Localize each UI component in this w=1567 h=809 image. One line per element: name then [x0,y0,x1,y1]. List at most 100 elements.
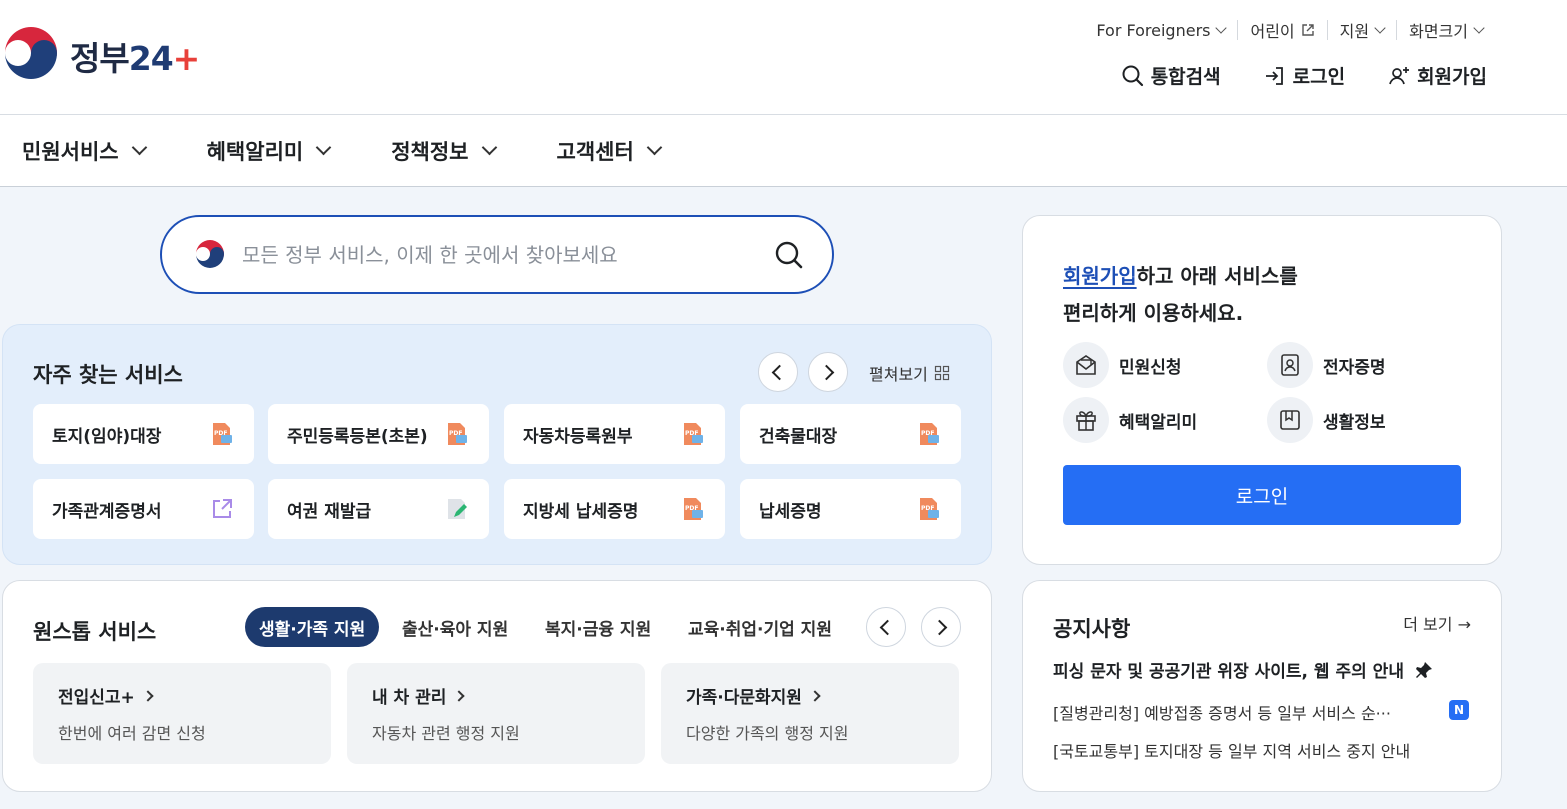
onestop-services-panel: 원스톱 서비스 생활·가족 지원 출산·육아 지원 복지·금융 지원 교육·취업… [2,580,992,792]
card-title-text: 내 차 관리 [372,688,447,708]
chevron-right-icon [142,689,154,702]
main-search-bar [160,215,834,294]
mail-doc-icon [1076,355,1096,375]
service-local-tax-certificate[interactable]: 지방세 납세증명 PDF [504,479,725,539]
util-for-foreigners[interactable]: For Foreigners [1084,20,1237,40]
service-label: 혜택알리미 [1119,412,1198,433]
logo-text-main: 정부 [70,39,130,78]
login-button[interactable]: 로그인 [1063,465,1461,525]
pdf-doc-icon: PDF [684,498,703,520]
signup-inline-link[interactable]: 회원가입 [1063,264,1137,288]
notice-text: [국토교통부] 토지대장 등 일부 지역 서비스 중지 안내 [1053,742,1411,761]
card-title-text: 전입신고+ [58,688,135,708]
tab-life-family[interactable]: 생활·가족 지원 [245,607,380,647]
service-label: 전자증명 [1323,357,1386,378]
chevron-down-icon [481,139,497,155]
notice-item[interactable]: [질병관리청] 예방접종 증명서 등 일부 서비스 순··· [1053,700,1391,724]
onestop-card-move-in[interactable]: 전입신고+ 한번에 여러 감면 신청 [33,663,331,764]
pdf-doc-icon: PDF [684,423,703,445]
service-label: 건축물대장 [759,426,838,447]
expand-all-button[interactable]: 펼쳐보기 [869,361,950,385]
nav-policy-info[interactable]: 정책정보 [391,136,497,166]
util-support[interactable]: 지원 [1326,20,1396,41]
service-land-register[interactable]: 토지(임야)대장 PDF [33,404,254,464]
integrated-search-button[interactable]: 통합검색 [1121,62,1221,89]
search-icon [1122,65,1143,86]
onestop-card-my-car[interactable]: 내 차 관리 자동차 관련 행정 지원 [347,663,645,764]
tab-education-employment[interactable]: 교육·취업·기업 지원 [674,607,846,647]
gift-icon [1076,411,1096,431]
service-life-info[interactable]: 생활정보 [1267,397,1386,443]
util-label: 지원 [1339,22,1370,41]
grid-icon [934,365,949,381]
icon-circle [1063,342,1109,388]
service-vehicle-register[interactable]: 자동차등록원부 PDF [504,404,725,464]
util-screen-size[interactable]: 화면크기 [1396,20,1495,41]
util-label: For Foreigners [1096,20,1211,40]
card-title: 내 차 관리 [372,683,620,708]
id-card-icon [1281,354,1299,376]
search-input[interactable] [242,242,742,267]
promo-text-2: 편리하게 이용하세요. [1063,301,1244,325]
expand-label: 펼쳐보기 [869,365,928,384]
pdf-doc-icon: PDF [448,423,467,445]
card-title: 전입신고+ [58,683,306,708]
chevron-down-icon [131,139,147,155]
icon-circle [1267,397,1313,443]
notice-item-pinned[interactable]: 피싱 문자 및 공공기관 위장 사이트, 웹 주의 안내 [1053,657,1434,682]
service-tax-certificate[interactable]: 납세증명 PDF [740,479,961,539]
chevron-down-icon [646,139,663,155]
bookmark-icon [1280,410,1300,430]
card-title: 가족·다문화지원 [686,683,934,708]
pin-icon [1415,662,1432,678]
service-building-register[interactable]: 건축물대장 PDF [740,404,961,464]
logo-plus: + [172,39,201,78]
service-civil-application[interactable]: 민원신청 [1063,342,1182,388]
main-nav: 민원서비스 혜택알리미 정책정보 고객센터 [0,115,1567,187]
service-family-certificate[interactable]: 가족관계증명서 [33,479,254,539]
nav-customer-center[interactable]: 고객센터 [557,136,663,166]
utility-links: For Foreigners 어린이 지원 화면크기 [1084,20,1495,41]
login-icon [1265,66,1283,85]
edit-doc-icon [448,499,467,519]
service-label: 민원신청 [1119,357,1182,378]
nav-civil-services[interactable]: 민원서비스 [22,136,147,166]
signup-label: 회원가입 [1417,66,1487,88]
promo-text-1: 하고 아래 서비스를 [1136,264,1298,288]
carousel-prev-button[interactable] [758,352,798,392]
util-kids[interactable]: 어린이 [1237,20,1326,41]
service-resident-register[interactable]: 주민등록등본(초본) PDF [268,404,489,464]
site-header: 정부24+ For Foreigners 어린이 지원 화면크기 통합검색 로그… [0,0,1567,115]
nav-label: 혜택알리미 [206,139,304,164]
section-title: 원스톱 서비스 [33,620,157,644]
section-title: 공지사항 [1053,617,1131,641]
tab-next-button[interactable] [921,607,961,647]
service-label: 납세증명 [759,501,822,522]
tab-birth-childcare[interactable]: 출산·육아 지원 [388,607,522,647]
signup-link[interactable]: 회원가입 [1387,62,1487,89]
user-plus-icon [1389,66,1410,84]
onestop-card-family-multicultural[interactable]: 가족·다문화지원 다양한 가족의 행정 지원 [661,663,959,764]
login-link[interactable]: 로그인 [1263,62,1345,89]
notice-item[interactable]: [국토교통부] 토지대장 등 일부 지역 서비스 중지 안내 [1053,738,1410,762]
search-label: 통합검색 [1150,66,1221,88]
service-label: 지방세 납세증명 [523,501,639,522]
external-link-icon [1301,24,1314,36]
carousel-next-button[interactable] [808,352,848,392]
login-label: 로그인 [1292,66,1346,88]
service-passport-reissue[interactable]: 여권 재발급 [268,479,489,539]
service-e-certificate[interactable]: 전자증명 [1267,342,1386,388]
taegeuk-mini-icon [196,239,224,268]
service-label: 토지(임야)대장 [52,426,162,447]
tab-welfare-finance[interactable]: 복지·금융 지원 [531,607,665,647]
service-benefit-alarm[interactable]: 혜택알리미 [1063,397,1197,443]
nav-benefit-alarm[interactable]: 혜택알리미 [206,136,332,166]
card-desc: 다양한 가족의 행정 지원 [686,724,849,743]
more-link[interactable]: 더 보기 → [1403,611,1471,635]
search-icon[interactable] [774,240,804,270]
nav-label: 민원서비스 [22,139,119,164]
tab-prev-button[interactable] [866,607,906,647]
gov24-logo[interactable]: 정부24+ [2,27,201,85]
login-promo-message: 회원가입하고 아래 서비스를 편리하게 이용하세요. [1063,258,1298,332]
chevron-down-icon [315,139,332,155]
